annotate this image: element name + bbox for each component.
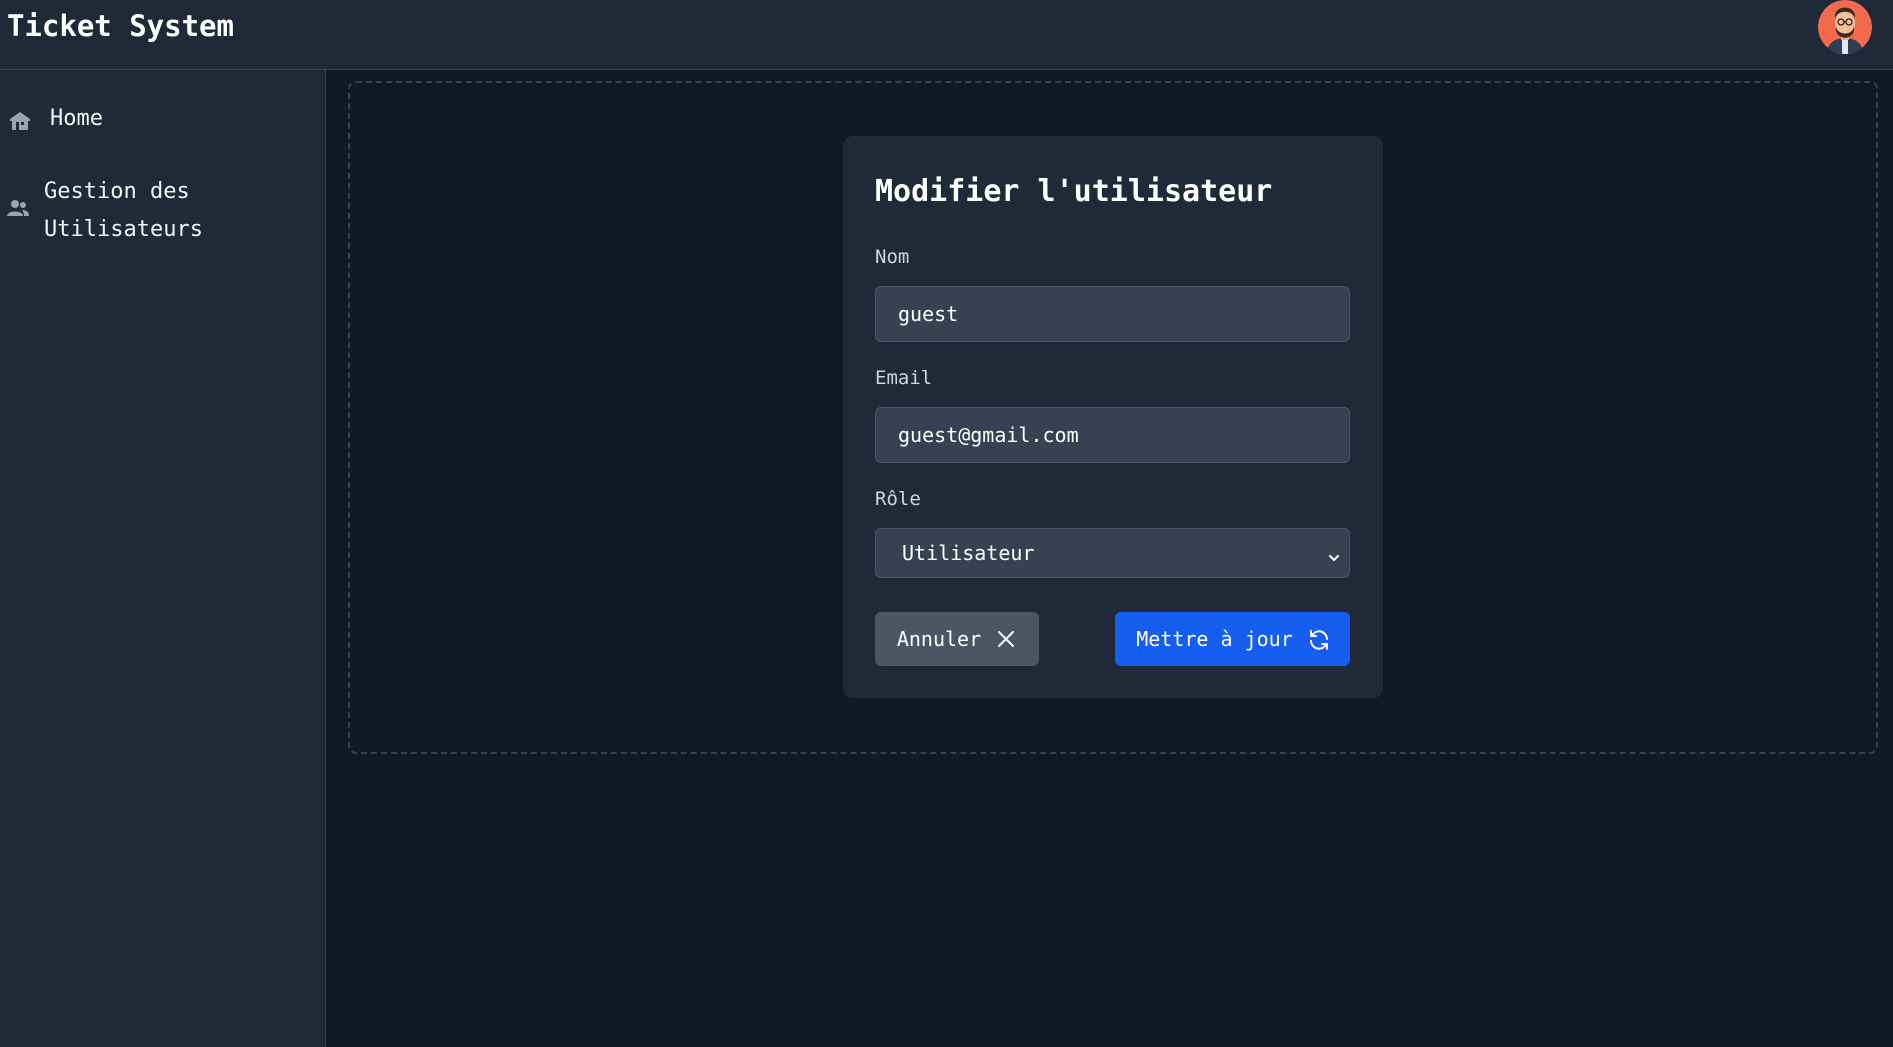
user-avatar[interactable] <box>1818 0 1872 54</box>
refresh-icon <box>1307 628 1329 650</box>
top-bar: Ticket System <box>0 0 1893 70</box>
name-label: Nom <box>875 246 910 268</box>
form-title: Modifier l'utilisateur <box>875 174 1273 209</box>
app-title: Ticket System <box>7 9 234 43</box>
close-icon <box>995 628 1017 650</box>
sidebar-item-label: Home <box>50 106 103 131</box>
email-input[interactable] <box>875 407 1350 463</box>
cancel-button[interactable]: Annuler <box>875 612 1039 666</box>
role-select[interactable]: Utilisateur <box>875 528 1350 578</box>
role-label: Rôle <box>875 488 921 510</box>
sidebar-item-home[interactable]: Home <box>8 106 103 133</box>
update-button[interactable]: Mettre à jour <box>1115 612 1350 666</box>
avatar-icon <box>1818 0 1872 54</box>
home-icon <box>8 109 32 133</box>
update-button-label: Mettre à jour <box>1136 627 1293 651</box>
cancel-button-label: Annuler <box>896 627 982 651</box>
sidebar-item-users[interactable]: Gestion des Utilisateurs <box>6 173 244 249</box>
chevron-down-icon <box>1327 546 1341 561</box>
edit-user-card: Modifier l'utilisateur Nom Email Rôle Ut… <box>843 136 1383 698</box>
email-label: Email <box>875 367 933 389</box>
name-input[interactable] <box>875 286 1350 342</box>
role-selected-value: Utilisateur <box>902 541 1035 565</box>
users-icon <box>6 195 30 219</box>
sidebar: Home Gestion des Utilisateurs <box>0 70 326 1047</box>
sidebar-item-label: Gestion des Utilisateurs <box>44 179 203 242</box>
